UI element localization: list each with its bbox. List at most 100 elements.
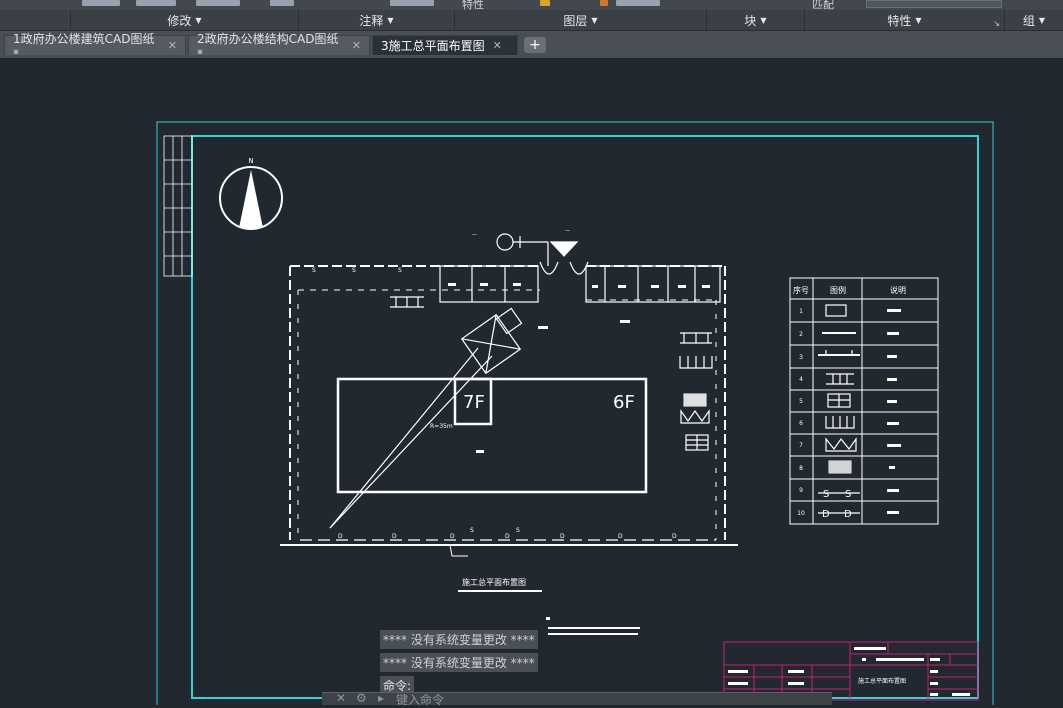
legend-header-desc: 说明 xyxy=(890,285,906,295)
legend-header-symbol: 图例 xyxy=(830,285,846,295)
caret-down-icon: ▼ xyxy=(591,15,598,25)
room-label-mark xyxy=(618,285,626,288)
close-icon[interactable]: ✕ xyxy=(493,39,502,52)
site-boundary xyxy=(280,265,738,546)
gate-note-label: — xyxy=(565,228,570,234)
ribbon-tool-fragment[interactable] xyxy=(196,0,240,6)
room-label-mark xyxy=(448,283,456,286)
layer-lock-icon[interactable] xyxy=(600,0,608,6)
file-tab-3[interactable]: 3施工总平面布置图 ✕ xyxy=(372,35,518,55)
north-arrow-icon: N xyxy=(219,157,283,230)
legend-row-number: 3 xyxy=(799,354,803,361)
legend-drain-marker: D xyxy=(844,509,852,520)
sheet-inner-border xyxy=(191,135,979,699)
binding-strip xyxy=(163,135,193,277)
new-tab-button[interactable]: + xyxy=(524,37,546,53)
command-line-bar[interactable]: ✕ ⚙ ▸ 键入命令 xyxy=(322,691,832,708)
caret-down-icon: ▼ xyxy=(1038,15,1046,25)
site-gate-arrow xyxy=(449,544,468,557)
legend-row-number: 5 xyxy=(799,398,803,405)
command-input[interactable]: 键入命令 xyxy=(396,691,444,708)
water-line-marker: S xyxy=(352,267,356,274)
legend-row-number: 7 xyxy=(799,442,803,449)
caret-down-icon: ▼ xyxy=(760,15,767,25)
drain-line-marker: D xyxy=(450,533,455,540)
panel-modify[interactable]: 修改 ▼ xyxy=(70,10,298,30)
tab-label: 3施工总平面布置图 xyxy=(381,39,485,53)
entrance-note-label: — xyxy=(472,232,477,238)
legend-row-number: 10 xyxy=(797,510,805,517)
panel-properties[interactable]: 特性 ▼ ↘ xyxy=(804,10,1004,30)
close-icon[interactable]: ✕ xyxy=(336,691,346,705)
tab-label: 2政府办公楼结构CAD图纸* xyxy=(197,32,339,61)
command-history: **** 没有系统变量更改 **** **** 没有系统变量更改 **** 命令… xyxy=(380,629,538,698)
ribbon-tool-fragment[interactable] xyxy=(616,0,660,6)
north-label: N xyxy=(248,157,253,165)
command-history-line: **** 没有系统变量更改 **** xyxy=(380,653,538,672)
room-label-mark xyxy=(513,283,521,286)
wrench-icon[interactable]: ⚙ xyxy=(356,691,367,705)
room-label-mark xyxy=(651,285,659,288)
command-history-line: **** 没有系统变量更改 **** xyxy=(380,630,538,649)
panel-label: 特性 xyxy=(887,13,912,28)
plan-title: 施工总平面布置图 xyxy=(462,577,526,587)
panel-label: 注释 xyxy=(359,13,384,28)
room-label-mark xyxy=(480,283,488,286)
building-note-mark xyxy=(476,450,484,453)
panel-label: 组 xyxy=(1022,13,1035,28)
legend-row-number: 6 xyxy=(799,420,803,427)
drawing-canvas[interactable]: N — — S S S D D D D D D D S S 7F 6F R=35… xyxy=(0,58,1063,705)
close-icon[interactable]: ✕ xyxy=(352,39,361,52)
legend-symbols xyxy=(818,304,860,514)
drain-line-marker: D xyxy=(505,533,510,540)
legend-row-number: 8 xyxy=(799,465,803,472)
water-line-marker: S xyxy=(470,527,474,534)
caret-down-icon: ▼ xyxy=(915,15,922,25)
panel-block[interactable]: 块 ▼ xyxy=(706,10,804,30)
room-label-mark xyxy=(678,285,686,288)
area-label-mark xyxy=(620,320,630,323)
sheet-outer-border xyxy=(156,121,994,705)
ribbon-tool-fragment[interactable] xyxy=(270,0,294,6)
legend-drain-marker: D xyxy=(822,509,830,520)
drawing-notes xyxy=(546,617,640,635)
properties-dropdown[interactable] xyxy=(866,0,1002,8)
ribbon-tool-fragment[interactable] xyxy=(82,0,120,6)
file-tab-1[interactable]: 1政府办公楼建筑CAD图纸* ✕ xyxy=(4,32,186,61)
panel-layers[interactable]: 图层 ▼ xyxy=(454,10,706,30)
tab-label: 1政府办公楼建筑CAD图纸* xyxy=(13,32,155,61)
legend-header-no: 序号 xyxy=(793,285,809,295)
file-tab-2[interactable]: 2政府办公楼结构CAD图纸* ✕ xyxy=(188,32,370,61)
tower-crane-symbol xyxy=(329,307,523,529)
panel-groups[interactable]: 组 ▼ xyxy=(1004,10,1063,30)
ribbon-tool-fragment[interactable] xyxy=(390,0,434,6)
panel-annotation[interactable]: 注释 ▼ xyxy=(298,10,454,30)
water-line-marker: S xyxy=(398,267,402,274)
close-icon[interactable]: ✕ xyxy=(168,39,177,52)
panel-label: 图层 xyxy=(563,13,588,28)
entrance-symbols xyxy=(496,233,589,275)
main-floor-label: 6F xyxy=(613,392,635,413)
legend-water-marker: S xyxy=(845,489,851,500)
tower-floor-label: 7F xyxy=(463,392,485,413)
command-recent-icon[interactable]: ▸ xyxy=(378,691,384,705)
layer-bulb-icon[interactable] xyxy=(540,0,550,6)
legend-row-number: 1 xyxy=(799,308,803,315)
crane-radius-label: R=35m xyxy=(430,423,453,430)
ribbon-tool-fragment[interactable] xyxy=(136,0,176,6)
caret-down-icon: ▼ xyxy=(387,15,394,25)
caret-down-icon: ▼ xyxy=(195,15,202,25)
legend-row-number: 4 xyxy=(799,376,803,383)
drain-line-marker: D xyxy=(392,533,397,540)
legend-table xyxy=(789,277,939,525)
room-label-mark xyxy=(702,285,710,288)
drain-line-marker: D xyxy=(618,533,623,540)
panel-label: 块 xyxy=(744,13,757,28)
ribbon: 特性 匹配 修改 ▼ 注释 ▼ 图层 ▼ 块 ▼ 特性 ▼ ↘ 组 ▼ xyxy=(0,0,1063,30)
water-line-marker: S xyxy=(516,527,520,534)
drain-line-marker: D xyxy=(560,533,565,540)
panel-launcher-icon[interactable]: ↘ xyxy=(993,19,1000,28)
panel-label: 修改 xyxy=(167,13,192,28)
drain-line-marker: D xyxy=(672,533,677,540)
legend-row-number: 2 xyxy=(799,331,803,338)
